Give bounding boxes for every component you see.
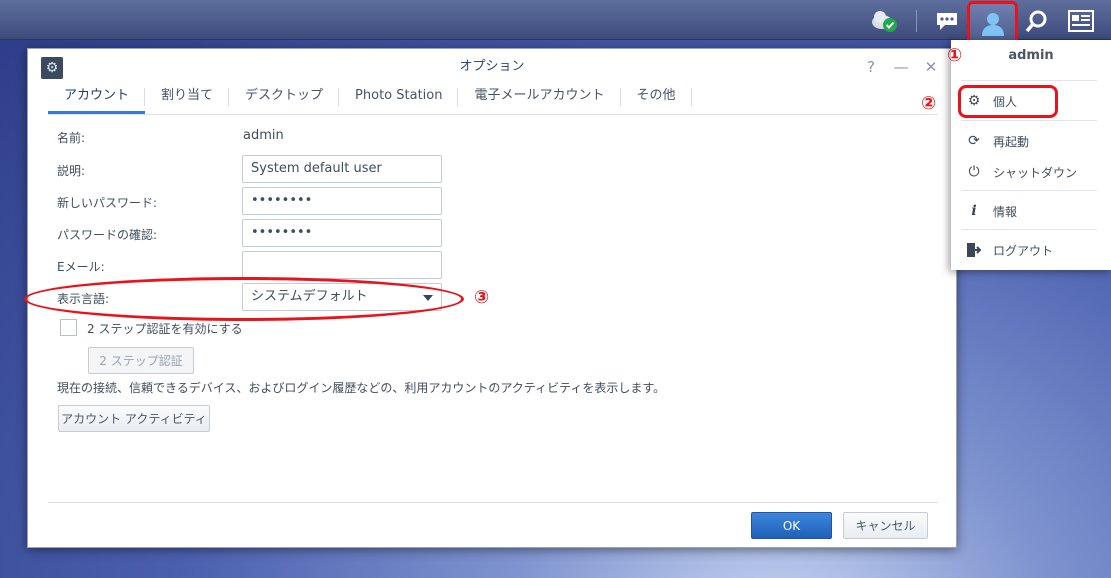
menu-item-label: シャットダウン — [993, 165, 1078, 180]
personal-highlight-annotation — [958, 85, 1058, 118]
description-input[interactable]: System default user — [242, 155, 442, 183]
annotation-three: ③ — [474, 287, 490, 308]
minimize-icon[interactable]: — — [893, 58, 909, 76]
user-dropdown-menu: admin ⚙ 個人 ⟳ 再起動 ⏻ シャットダウン i 情報 ログアウト — [951, 40, 1111, 270]
user-icon — [981, 13, 1004, 36]
cloud-sync-icon[interactable] — [870, 6, 900, 36]
tab-desktop[interactable]: デスクトップ — [229, 79, 340, 114]
name-label: 名前: — [57, 131, 86, 145]
chat-icon[interactable] — [932, 6, 962, 36]
new-password-label: 新しいパスワード: — [57, 196, 158, 210]
annotation-one: ① — [947, 45, 963, 66]
search-icon[interactable] — [1022, 6, 1052, 36]
tab-photo-station[interactable]: Photo Station — [339, 79, 459, 114]
ok-button[interactable]: OK — [751, 512, 832, 539]
annotation-two: ② — [921, 93, 937, 114]
menu-separator — [961, 80, 1097, 81]
menu-separator — [961, 229, 1097, 230]
account-activity-button[interactable]: アカウント アクティビティ — [58, 405, 210, 432]
menu-item-shutdown[interactable]: ⏻ シャットダウン — [963, 159, 1103, 185]
close-icon[interactable]: ✕ — [923, 58, 939, 76]
new-password-input[interactable]: •••••••• — [242, 187, 442, 215]
activity-description: 現在の接続、信頼できるデバイス、およびログイン履歴などの、利用アカウントのアクテ… — [57, 381, 666, 395]
menu-separator — [961, 190, 1097, 191]
tab-others[interactable]: その他 — [621, 79, 692, 114]
menu-username: admin — [1008, 48, 1054, 63]
two-step-label: 2 ステップ認証を有効にする — [87, 322, 243, 336]
two-step-button[interactable]: 2 ステップ認証 — [88, 347, 194, 374]
power-icon: ⏻ — [968, 164, 980, 180]
language-highlight-annotation — [24, 277, 464, 321]
menu-item-logout[interactable]: ログアウト — [963, 237, 1103, 263]
confirm-password-label: パスワードの確認: — [57, 228, 158, 242]
options-dialog: ⚙ オプション ? — ✕ アカウント 割り当て デスクトップ Photo St… — [24, 48, 957, 548]
tab-email-account[interactable]: 電子メールアカウント — [458, 79, 621, 114]
taskbar — [0, 0, 1111, 47]
two-step-checkbox[interactable] — [60, 319, 77, 336]
email-input[interactable] — [242, 251, 442, 279]
name-value: admin — [243, 128, 284, 143]
description-label: 説明: — [57, 164, 86, 178]
email-label: Eメール: — [57, 260, 105, 274]
cancel-button[interactable]: キャンセル — [843, 512, 928, 539]
info-icon: i — [971, 203, 977, 219]
menu-separator — [961, 120, 1097, 121]
tab-bar: アカウント 割り当て デスクトップ Photo Station 電子メールアカウ… — [48, 79, 938, 115]
help-icon[interactable]: ? — [863, 58, 879, 76]
widgets-icon[interactable] — [1066, 6, 1096, 36]
menu-item-label: ログアウト — [993, 243, 1054, 258]
confirm-password-input[interactable]: •••••••• — [242, 219, 442, 247]
taskbar-separator — [916, 10, 917, 32]
menu-item-label: 情報 — [993, 204, 1018, 219]
logout-icon — [963, 242, 985, 258]
menu-item-info[interactable]: i 情報 — [963, 198, 1103, 224]
footer-divider — [48, 502, 938, 503]
tab-quota[interactable]: 割り当て — [145, 79, 230, 114]
menu-item-restart[interactable]: ⟳ 再起動 — [963, 128, 1103, 154]
menu-item-label: 再起動 — [993, 134, 1030, 149]
restart-icon: ⟳ — [968, 133, 980, 149]
tab-account[interactable]: アカウント — [48, 79, 146, 114]
